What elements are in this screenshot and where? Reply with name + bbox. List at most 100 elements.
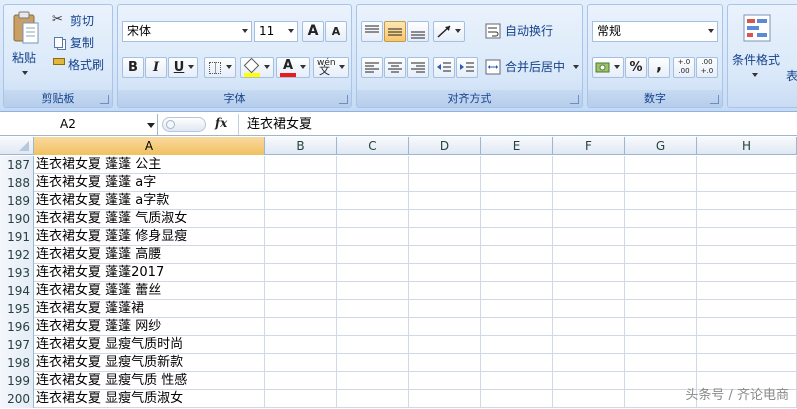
cell-empty[interactable] xyxy=(265,282,337,300)
cell-a[interactable]: 连衣裙女夏 蓬蓬 a字款 xyxy=(34,192,265,210)
name-box[interactable]: A2 xyxy=(0,114,158,135)
cell-empty[interactable] xyxy=(481,318,553,336)
cell-empty[interactable] xyxy=(697,318,797,336)
phonetic-button[interactable]: wén 文 xyxy=(313,57,349,78)
cell-empty[interactable] xyxy=(697,282,797,300)
cell-empty[interactable] xyxy=(481,174,553,192)
number-launcher-icon[interactable] xyxy=(710,95,719,104)
cell-empty[interactable] xyxy=(481,246,553,264)
copy-button[interactable]: 复制 xyxy=(52,34,110,52)
bold-button[interactable]: B xyxy=(122,57,144,78)
cell-empty[interactable] xyxy=(481,210,553,228)
cell-empty[interactable] xyxy=(481,300,553,318)
cell-empty[interactable] xyxy=(625,192,697,210)
paste-dropdown-icon[interactable] xyxy=(22,71,28,75)
cell-empty[interactable] xyxy=(553,156,625,174)
cell-empty[interactable] xyxy=(481,192,553,210)
formula-bar-splitter[interactable] xyxy=(162,117,206,132)
cell-empty[interactable] xyxy=(481,354,553,372)
column-header-b[interactable]: B xyxy=(265,137,337,155)
cell-empty[interactable] xyxy=(409,318,481,336)
cell-empty[interactable] xyxy=(697,156,797,174)
cell-a[interactable]: 连衣裙女夏 蓬蓬 气质淑女 xyxy=(34,210,265,228)
cell-empty[interactable] xyxy=(409,336,481,354)
cell-empty[interactable] xyxy=(553,372,625,390)
cell-empty[interactable] xyxy=(265,336,337,354)
column-header-h[interactable]: H xyxy=(697,137,797,155)
middle-align-button[interactable] xyxy=(384,21,406,42)
cell-empty[interactable] xyxy=(337,372,409,390)
cell-empty[interactable] xyxy=(553,264,625,282)
orientation-button[interactable] xyxy=(433,21,465,42)
cell-empty[interactable] xyxy=(337,174,409,192)
row-header[interactable]: 195 xyxy=(0,300,34,318)
cell-empty[interactable] xyxy=(481,264,553,282)
cell-empty[interactable] xyxy=(553,246,625,264)
cell-empty[interactable] xyxy=(337,246,409,264)
cell-empty[interactable] xyxy=(697,264,797,282)
bottom-align-button[interactable] xyxy=(407,21,429,42)
cell-empty[interactable] xyxy=(409,246,481,264)
cell-empty[interactable] xyxy=(409,390,481,408)
cell-empty[interactable] xyxy=(409,372,481,390)
cell-empty[interactable] xyxy=(409,192,481,210)
cell-empty[interactable] xyxy=(337,210,409,228)
cell-empty[interactable] xyxy=(553,210,625,228)
cell-empty[interactable] xyxy=(265,318,337,336)
comma-button[interactable]: , xyxy=(648,57,670,78)
cell-empty[interactable] xyxy=(409,264,481,282)
cell-empty[interactable] xyxy=(409,282,481,300)
font-color-button[interactable]: A xyxy=(276,57,310,78)
cell-empty[interactable] xyxy=(337,156,409,174)
cell-empty[interactable] xyxy=(337,300,409,318)
cut-button[interactable]: ✂ 剪切 xyxy=(52,12,110,30)
align-left-button[interactable] xyxy=(361,57,383,78)
cell-empty[interactable] xyxy=(265,228,337,246)
cell-a[interactable]: 连衣裙女夏 蓬蓬2017 xyxy=(34,264,265,282)
format-painter-button[interactable]: 格式刷 xyxy=(52,56,112,74)
cell-a[interactable]: 连衣裙女夏 蓬蓬裙 xyxy=(34,300,265,318)
italic-button[interactable]: I xyxy=(145,57,167,78)
cell-empty[interactable] xyxy=(625,318,697,336)
select-all-corner[interactable] xyxy=(0,137,34,155)
merge-center-button[interactable]: 合并后居中 xyxy=(485,58,581,78)
cell-empty[interactable] xyxy=(697,192,797,210)
cell-empty[interactable] xyxy=(337,390,409,408)
wrap-text-button[interactable]: 自动换行 xyxy=(485,22,581,42)
align-center-button[interactable] xyxy=(384,57,406,78)
row-header[interactable]: 200 xyxy=(0,390,34,408)
cell-empty[interactable] xyxy=(337,318,409,336)
cell-a[interactable]: 连衣裙女夏 显瘦气质 性感 xyxy=(34,372,265,390)
decrease-indent-button[interactable] xyxy=(433,57,455,78)
cell-empty[interactable] xyxy=(553,174,625,192)
align-right-button[interactable] xyxy=(407,57,429,78)
cell-empty[interactable] xyxy=(409,156,481,174)
row-header[interactable]: 193 xyxy=(0,264,34,282)
cell-empty[interactable] xyxy=(625,336,697,354)
cell-empty[interactable] xyxy=(553,354,625,372)
column-header-c[interactable]: C xyxy=(337,137,409,155)
cell-a[interactable]: 连衣裙女夏 蓬蓬 高腰 xyxy=(34,246,265,264)
clipboard-launcher-icon[interactable] xyxy=(100,95,109,104)
cell-empty[interactable] xyxy=(409,354,481,372)
cell-empty[interactable] xyxy=(697,246,797,264)
row-header[interactable]: 187 xyxy=(0,156,34,174)
cell-empty[interactable] xyxy=(481,372,553,390)
cell-empty[interactable] xyxy=(265,174,337,192)
column-header-a[interactable]: A xyxy=(34,137,265,155)
insert-function-icon[interactable]: fx xyxy=(215,116,227,130)
cell-empty[interactable] xyxy=(337,192,409,210)
cell-empty[interactable] xyxy=(481,228,553,246)
cell-empty[interactable] xyxy=(553,282,625,300)
shrink-font-button[interactable]: A xyxy=(325,21,347,42)
top-align-button[interactable] xyxy=(361,21,383,42)
cell-empty[interactable] xyxy=(265,192,337,210)
column-header-e[interactable]: E xyxy=(481,137,553,155)
increase-decimal-button[interactable]: +.0 .00 xyxy=(673,57,695,78)
cell-empty[interactable] xyxy=(697,336,797,354)
cell-empty[interactable] xyxy=(265,156,337,174)
cell-empty[interactable] xyxy=(337,282,409,300)
cell-empty[interactable] xyxy=(625,210,697,228)
font-size-select[interactable]: 11 xyxy=(254,21,298,42)
border-button[interactable] xyxy=(204,57,236,78)
